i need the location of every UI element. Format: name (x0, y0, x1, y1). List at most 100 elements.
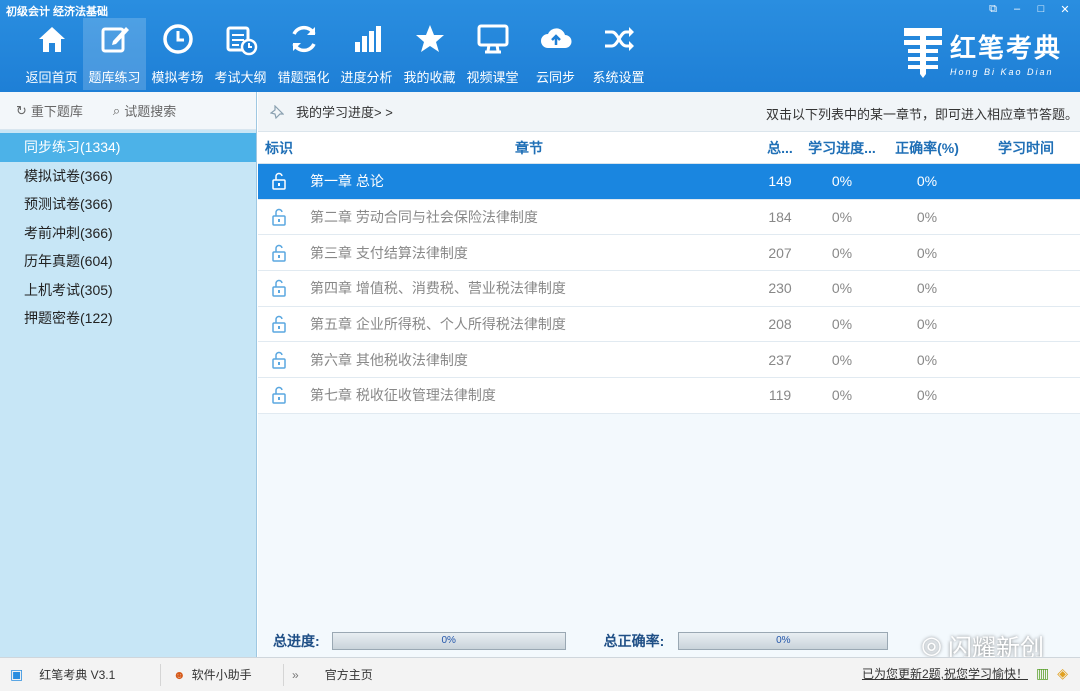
shuffle-icon (604, 27, 634, 51)
column-header-flag[interactable]: 标识 (258, 138, 300, 158)
sidebar-item[interactable]: 同步练习(1334) (0, 133, 256, 162)
pen-logo-icon (903, 28, 942, 78)
assistant-icon: ☻ (173, 667, 186, 682)
instruction-hint: 双击以下列表中的某一章节，即可进入相应章节答题。 (765, 107, 1078, 122)
chapter-total: 149 (768, 173, 792, 190)
toolbar-syllabus[interactable]: 考试大纲 (209, 18, 272, 90)
minimize-icon[interactable]: – (1008, 1, 1026, 17)
unlock-icon (258, 351, 300, 369)
monitor-icon (477, 24, 508, 54)
toolbar-practice[interactable]: 题库练习 (83, 18, 146, 90)
sidebar-item[interactable]: 历年真题(604) (0, 247, 256, 276)
sidebar-item[interactable]: 押题密卷(122) (0, 304, 256, 333)
brand-name: 红笔考典 (949, 32, 1062, 63)
toolbar-progress-analysis[interactable]: 进度分析 (335, 18, 398, 90)
clock-icon (162, 24, 193, 54)
total-progress-meter: 0% (331, 632, 566, 650)
sidebar-item[interactable]: 上机考试(305) (0, 276, 256, 305)
chapter-total: 230 (768, 280, 792, 297)
chapter-name: 第二章 劳动合同与社会保险法律制度 (310, 209, 538, 226)
column-header-total[interactable]: 总... (758, 138, 802, 158)
chapter-total: 237 (768, 351, 792, 368)
toolbar-cloud-sync[interactable]: 云同步 (524, 18, 587, 90)
table-row[interactable]: 第六章 其他税收法律制度 237 0% 0% (258, 342, 1080, 379)
chapter-progress: 0% (831, 387, 853, 404)
close-icon[interactable]: ✕ (1056, 1, 1074, 17)
unlock-icon (258, 208, 300, 226)
chapter-name: 第四章 增值税、消费税、营业税法律制度 (310, 280, 566, 297)
table-row[interactable]: 第四章 增值税、消费税、营业税法律制度 230 0% 0% (258, 271, 1080, 307)
total-progress-value: 0% (441, 635, 456, 646)
sidebar-list: 同步练习(1334) 模拟试卷(366) 预测试卷(366) 考前冲刺(366)… (0, 130, 256, 333)
divider (283, 663, 284, 686)
chapter-name: 第五章 企业所得税、个人所得税法律制度 (310, 316, 566, 333)
share-icon[interactable]: ◈ (1057, 665, 1068, 682)
chapter-progress: 0% (831, 244, 853, 261)
window-controls: ⧉ – □ ✕ (984, 1, 1074, 17)
toolbar-video[interactable]: 视频课堂 (461, 18, 524, 90)
app-version: 红笔考典 V3.1 (39, 668, 116, 682)
star-icon (415, 25, 444, 52)
toolbar-label: 模拟考场 (151, 70, 204, 85)
chapter-progress: 0% (831, 280, 853, 297)
chapter-accuracy: 0% (916, 316, 938, 333)
restore-icon[interactable]: ⧉ (984, 1, 1002, 17)
chapter-total: 207 (768, 244, 792, 261)
toolbar-label: 考试大纲 (214, 70, 267, 85)
maximize-icon[interactable]: □ (1032, 1, 1050, 17)
bar-chart-icon (354, 26, 381, 52)
assistant-item[interactable]: ☻ 软件小助手 (173, 666, 283, 683)
chapter-table: 第一章 总论 149 0% 0% 第二章 劳动合同与社会保险法律制度 184 0… (258, 164, 1080, 414)
chapter-total: 184 (768, 209, 792, 226)
column-header-time[interactable]: 学习时间 (972, 138, 1080, 158)
window-title: 初级会计 经济法基础 (6, 6, 109, 18)
toolbar-home[interactable]: 返回首页 (20, 18, 83, 90)
table-row[interactable]: 第二章 劳动合同与社会保险法律制度 184 0% 0% (258, 199, 1080, 236)
column-header-accuracy[interactable]: 正确率(%) (882, 138, 972, 158)
reload-label: 重下题库 (30, 104, 83, 119)
column-header-progress[interactable]: 学习进度... (802, 138, 882, 158)
chapter-accuracy: 0% (916, 387, 938, 404)
chart-icon[interactable]: ▥ (1036, 665, 1049, 682)
unlock-icon (258, 279, 300, 298)
chapter-progress: 0% (831, 316, 853, 333)
divider (160, 663, 161, 686)
question-search-button[interactable]: ⌕ 试题搜索 (113, 101, 176, 120)
pin-icon[interactable] (270, 104, 284, 119)
table-row[interactable]: 第三章 支付结算法律制度 207 0% 0% (258, 235, 1080, 272)
chapter-accuracy: 0% (916, 173, 938, 190)
chapter-total: 119 (768, 387, 792, 404)
unlock-icon (258, 172, 300, 191)
toolbar-mock-exam[interactable]: 模拟考场 (146, 18, 209, 90)
sidebar-item[interactable]: 模拟试卷(366) (0, 162, 256, 191)
update-message[interactable]: 已为您更新2题,祝您学习愉快！ (862, 665, 1028, 682)
table-row[interactable]: 第一章 总论 149 0% 0% (258, 164, 1080, 200)
chapter-accuracy: 0% (916, 280, 938, 297)
brand-logo: 红笔考典 Hong Bi Kao Dian (902, 26, 1062, 78)
status-right: 已为您更新2题,祝您学习愉快！ ▥ ◈ (862, 665, 1068, 682)
toolbar-favorites[interactable]: 我的收藏 (398, 18, 461, 90)
calendar-icon (226, 26, 257, 56)
sidebar: ↻ 重下题库 ⌕ 试题搜索 同步练习(1334) 模拟试卷(366) 预测试卷(… (0, 92, 257, 657)
chapter-accuracy: 0% (916, 209, 938, 226)
toolbar-wrong-questions[interactable]: 错题强化 (272, 18, 335, 90)
column-header-chapter[interactable]: 章节 (300, 138, 758, 158)
table-row[interactable]: 第五章 企业所得税、个人所得税法律制度 208 0% 0% (258, 306, 1080, 343)
app-version-item[interactable]: ▣ 红笔考典 V3.1 (10, 666, 160, 683)
homepage-item[interactable]: » 官方主页 (292, 666, 373, 683)
sidebar-item[interactable]: 预测试卷(366) (0, 190, 256, 219)
edit-icon (101, 27, 129, 53)
total-accuracy-meter: 0% (678, 632, 889, 650)
main-toolbar: 返回首页 题库练习 模拟考场 考试大纲 错题强化 进度分析 我的收藏 视频课堂 (20, 18, 650, 90)
total-accuracy-value: 0% (776, 635, 791, 646)
chapter-progress: 0% (831, 351, 853, 368)
table-row[interactable]: 第七章 税收征收管理法律制度 119 0% 0% (258, 378, 1080, 414)
toolbar-label: 我的收藏 (403, 70, 456, 85)
toolbar-label: 进度分析 (340, 70, 393, 85)
toolbar-settings[interactable]: 系统设置 (587, 18, 650, 90)
sidebar-item[interactable]: 考前冲刺(366) (0, 219, 256, 248)
assistant-label: 软件小助手 (191, 668, 252, 682)
reload-bank-button[interactable]: ↻ 重下题库 (16, 101, 83, 120)
toolbar-label: 错题强化 (277, 70, 330, 85)
breadcrumb-text: 我的学习进度> > (296, 105, 393, 120)
